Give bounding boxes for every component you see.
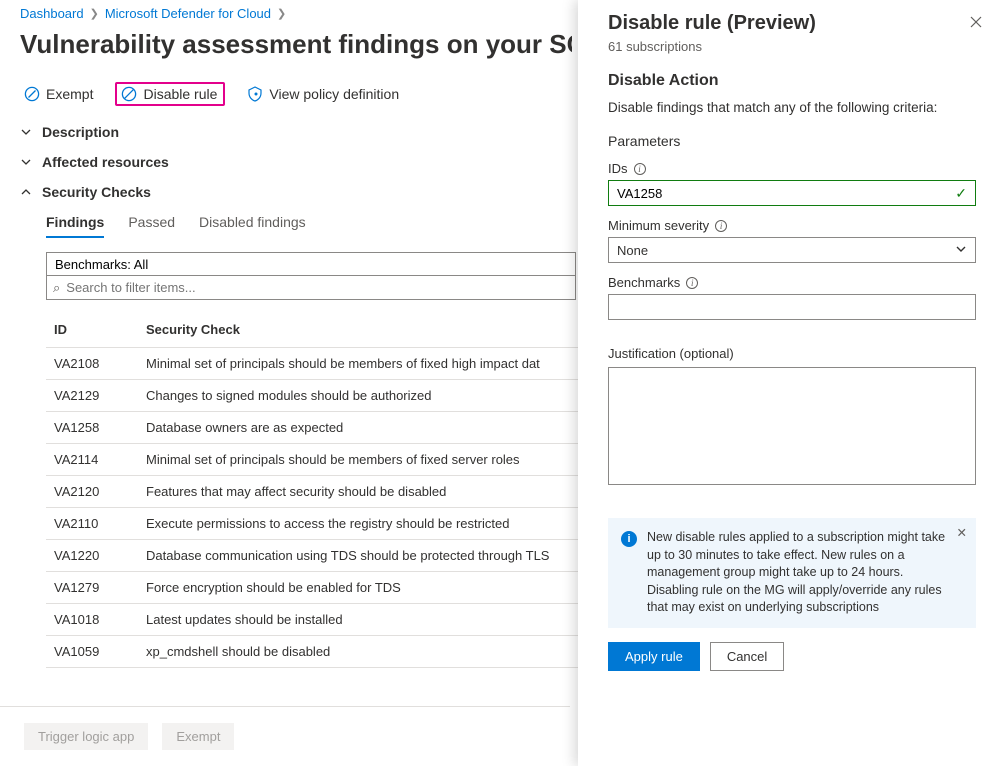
benchmarks-filter[interactable]: [46, 252, 576, 276]
cell-security-check: Minimal set of principals should be memb…: [146, 356, 576, 371]
cell-security-check: xp_cmdshell should be disabled: [146, 644, 576, 659]
info-notice: i New disable rules applied to a subscri…: [608, 518, 976, 628]
justification-label: Justification (optional): [608, 346, 976, 361]
panel-subtext: 61 subscriptions: [608, 39, 976, 54]
justification-textarea[interactable]: [608, 367, 976, 485]
cell-id: VA2120: [50, 484, 146, 499]
breadcrumb-item[interactable]: Microsoft Defender for Cloud: [105, 6, 271, 21]
checkmark-icon: ✓: [955, 185, 967, 202]
breadcrumb-item[interactable]: Dashboard: [20, 6, 84, 21]
apply-rule-button[interactable]: Apply rule: [608, 642, 700, 671]
exempt-label: Exempt: [46, 86, 93, 102]
benchmarks-label: Benchmarksi: [608, 275, 976, 290]
chevron-down-icon: [20, 126, 32, 138]
tab-findings[interactable]: Findings: [46, 214, 104, 238]
chevron-up-icon: [20, 186, 32, 198]
findings-table: ID Security Check VA2108Minimal set of p…: [46, 312, 580, 668]
info-icon[interactable]: i: [634, 163, 646, 175]
table-row[interactable]: VA1220Database communication using TDS s…: [46, 540, 580, 572]
cell-id: VA2110: [50, 516, 146, 531]
disable-rule-panel: Disable rule (Preview) 61 subscriptions …: [578, 0, 1008, 766]
disable-action-heading: Disable Action: [608, 72, 976, 90]
benchmarks-input[interactable]: [617, 300, 967, 315]
min-severity-select[interactable]: None: [608, 237, 976, 263]
security-checks-section[interactable]: Security Checks: [20, 184, 572, 200]
cell-id: VA1018: [50, 612, 146, 627]
chevron-right-icon: ❯: [277, 7, 286, 20]
cell-id: VA1220: [50, 548, 146, 563]
cell-security-check: Changes to signed modules should be auth…: [146, 388, 576, 403]
cancel-button[interactable]: Cancel: [710, 642, 784, 671]
info-icon[interactable]: i: [715, 220, 727, 232]
exempt-bottom-button[interactable]: Exempt: [162, 723, 234, 750]
cell-id: VA2108: [50, 356, 146, 371]
table-row[interactable]: VA2120Features that may affect security …: [46, 476, 580, 508]
exempt-icon: [24, 86, 40, 102]
info-icon: i: [621, 531, 637, 547]
info-icon[interactable]: i: [686, 277, 698, 289]
cell-security-check: Features that may affect security should…: [146, 484, 576, 499]
search-input[interactable]: [66, 280, 569, 295]
ids-input[interactable]: [617, 186, 955, 201]
cell-security-check: Minimal set of principals should be memb…: [146, 452, 576, 467]
exempt-button[interactable]: Exempt: [20, 82, 97, 106]
ids-label: IDsi: [608, 161, 976, 176]
table-row[interactable]: VA2110Execute permissions to access the …: [46, 508, 580, 540]
benchmarks-field[interactable]: [608, 294, 976, 320]
parameters-label: Parameters: [608, 133, 976, 149]
cell-security-check: Force encryption should be enabled for T…: [146, 580, 576, 595]
column-security-check[interactable]: Security Check: [146, 322, 576, 337]
chevron-right-icon: ❯: [90, 7, 99, 20]
column-id[interactable]: ID: [50, 322, 146, 337]
cell-id: VA1059: [50, 644, 146, 659]
table-row[interactable]: VA1018Latest updates should be installed: [46, 604, 580, 636]
chevron-down-icon: [20, 156, 32, 168]
cell-security-check: Database owners are as expected: [146, 420, 576, 435]
table-row[interactable]: VA2108Minimal set of principals should b…: [46, 348, 580, 380]
ids-field[interactable]: ✓: [608, 180, 976, 206]
disable-rule-button[interactable]: Disable rule: [115, 82, 225, 106]
close-icon[interactable]: [968, 14, 984, 35]
panel-title: Disable rule (Preview): [608, 12, 976, 35]
view-policy-button[interactable]: View policy definition: [243, 82, 403, 106]
table-row[interactable]: VA2129Changes to signed modules should b…: [46, 380, 580, 412]
toolbar: Exempt Disable rule View policy definiti…: [20, 82, 572, 106]
prohibit-icon: [121, 86, 137, 102]
min-severity-label: Minimum severityi: [608, 218, 976, 233]
table-row[interactable]: VA2114Minimal set of principals should b…: [46, 444, 580, 476]
view-policy-label: View policy definition: [269, 86, 399, 102]
breadcrumb: Dashboard ❯ Microsoft Defender for Cloud…: [20, 6, 572, 21]
chevron-down-icon: [955, 243, 967, 258]
table-row[interactable]: VA1059xp_cmdshell should be disabled: [46, 636, 580, 668]
close-notice-icon[interactable]: ✕: [957, 525, 967, 540]
disable-action-desc: Disable findings that match any of the f…: [608, 100, 976, 115]
search-icon: ⌕: [53, 280, 60, 296]
cell-id: VA1279: [50, 580, 146, 595]
table-row[interactable]: VA1258Database owners are as expected: [46, 412, 580, 444]
cell-id: VA2129: [50, 388, 146, 403]
policy-icon: [247, 86, 263, 102]
cell-security-check: Execute permissions to access the regist…: [146, 516, 576, 531]
table-row[interactable]: VA1279Force encryption should be enabled…: [46, 572, 580, 604]
notice-text: New disable rules applied to a subscript…: [647, 529, 949, 617]
description-section[interactable]: Description: [20, 124, 572, 140]
cell-security-check: Database communication using TDS should …: [146, 548, 576, 563]
affected-resources-section[interactable]: Affected resources: [20, 154, 572, 170]
tab-disabled-findings[interactable]: Disabled findings: [199, 214, 306, 238]
cell-id: VA2114: [50, 452, 146, 467]
page-title: Vulnerability assessment findings on you…: [20, 29, 572, 60]
tab-passed[interactable]: Passed: [128, 214, 175, 238]
trigger-logic-app-button[interactable]: Trigger logic app: [24, 723, 148, 750]
cell-security-check: Latest updates should be installed: [146, 612, 576, 627]
disable-rule-label: Disable rule: [143, 86, 217, 102]
cell-id: VA1258: [50, 420, 146, 435]
